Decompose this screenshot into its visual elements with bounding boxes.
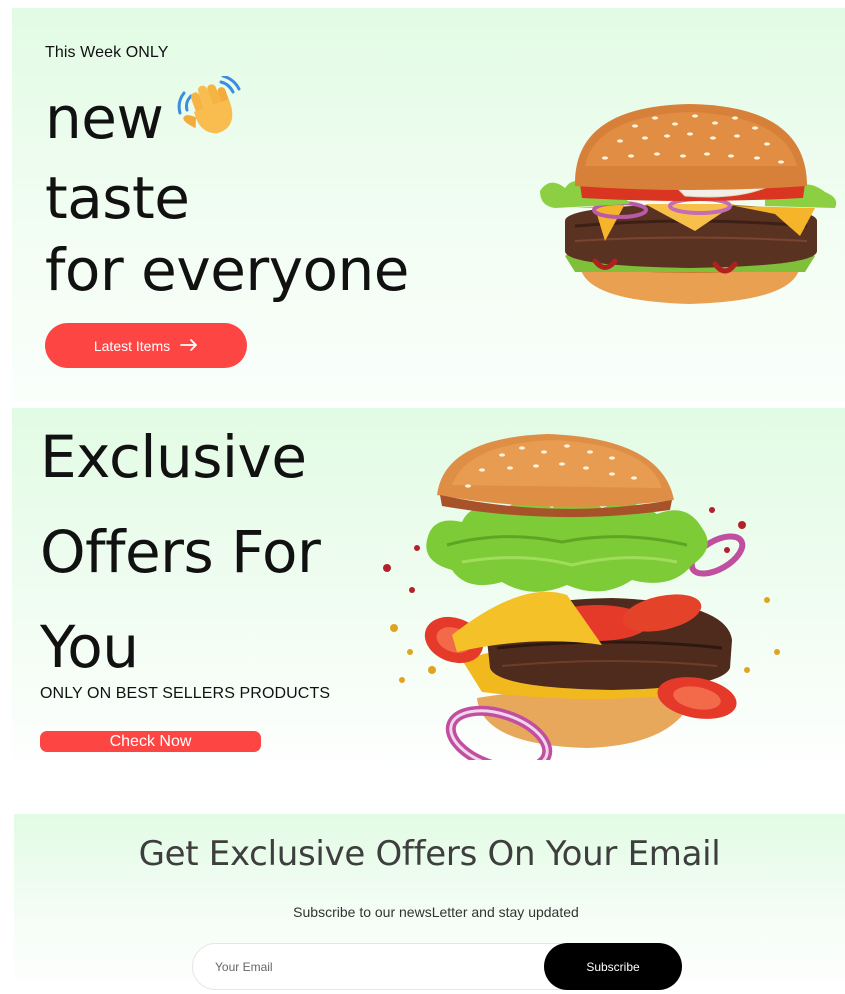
hero-kicker: This Week ONLY — [45, 44, 169, 61]
offer-title-line-3: You — [40, 613, 139, 681]
exploded-burger-image — [372, 430, 802, 775]
check-now-button[interactable]: Check Now — [40, 731, 261, 752]
hero-headline-line-3: for everyone — [45, 236, 409, 304]
hero-headline-line-1: new — [45, 74, 495, 162]
arrow-right-icon — [180, 338, 198, 354]
newsletter-section: Get Exclusive Offers On Your Email Subsc… — [14, 814, 845, 994]
offer-title-line-2: Offers For — [40, 518, 321, 586]
offer-subtitle: ONLY ON BEST SELLERS PRODUCTS — [40, 685, 331, 702]
hero-section: This Week ONLY new taste for everyone La… — [12, 8, 845, 402]
newsletter-subtitle: Subscribe to our newsLetter and stay upd… — [293, 904, 579, 920]
newsletter-title: Get Exclusive Offers On Your Email — [138, 834, 721, 874]
burger-image — [535, 96, 845, 316]
newsletter-form: Subscribe — [192, 943, 682, 990]
offer-title: Exclusive Offers For You — [40, 410, 380, 695]
offer-title-line-1: Exclusive — [40, 423, 307, 491]
hero-headline-line-2: taste — [45, 164, 190, 232]
hero-headline: new taste for everyone — [45, 74, 495, 306]
latest-items-label: Latest Items — [93, 337, 171, 354]
offer-section: Exclusive Offers For You ONLY ON BEST SE… — [12, 408, 845, 778]
waving-hand-icon — [177, 74, 241, 156]
subscribe-button[interactable]: Subscribe — [544, 943, 682, 990]
email-input[interactable] — [193, 944, 548, 989]
latest-items-button[interactable]: Latest Items — [45, 323, 247, 368]
